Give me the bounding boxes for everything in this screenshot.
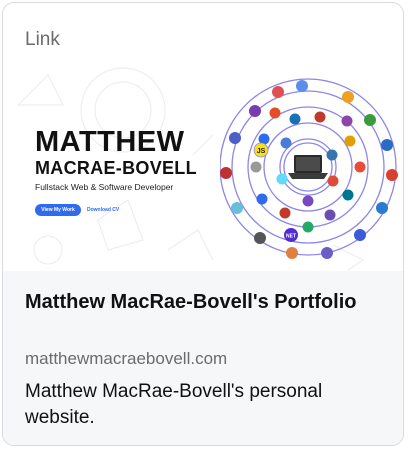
net-badge: NET xyxy=(284,228,298,242)
net-badge-text: NET xyxy=(286,234,296,240)
hero-name-line2: MACRAE-BOVELL xyxy=(35,158,197,178)
preview-title[interactable]: Matthew MacRae-Bovell's Portfolio xyxy=(25,288,385,316)
hero-name-line1: MATTHEW xyxy=(35,126,185,158)
js-badge-text: JS xyxy=(257,148,266,155)
hero-subtitle: Fullstack Web & Software Developer xyxy=(35,182,174,192)
card-type-label: Link xyxy=(25,29,60,50)
preview-description: Matthew MacRae-Bovell's personal website… xyxy=(25,381,323,428)
link-preview-card[interactable]: Link MATTHEW MACRAE-BOVELL Fullstack Web… xyxy=(2,2,404,446)
laptop-icon xyxy=(283,142,333,192)
download-cv-link: Download CV xyxy=(87,207,120,213)
preview-image[interactable]: MATTHEW MACRAE-BOVELL Fullstack Web & So… xyxy=(3,65,403,271)
preview-domain: matthewmacraebovell.com xyxy=(25,349,228,368)
tech-orbit-graphic: JS NET xyxy=(220,78,398,259)
js-badge: JS xyxy=(253,142,269,158)
view-my-work-button: View My Work xyxy=(35,204,81,216)
